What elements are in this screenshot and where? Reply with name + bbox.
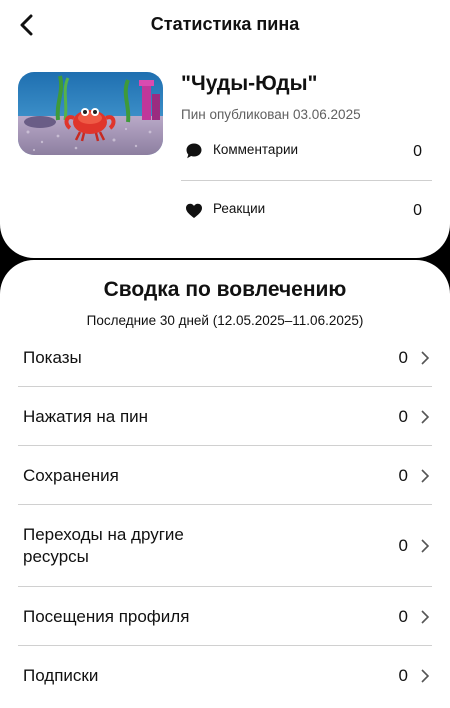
period-label: Последние 30 дней (12.05.2025–11.06.2025… — [86, 313, 364, 328]
metric-value: 0 — [398, 607, 408, 626]
pin-published-date: Пин опубликован 03.06.2025 — [181, 107, 361, 122]
metric-label: Посещения профиля — [23, 607, 190, 626]
chevron-right-icon — [421, 469, 430, 483]
pin-title: "Чуды-Юды" — [181, 72, 318, 95]
pin-stats-card: Статистика пина "Чуды-Юды" Пин опубликов… — [0, 0, 450, 258]
metric-value: 0 — [398, 348, 408, 367]
chevron-right-icon — [421, 351, 430, 365]
divider — [181, 180, 432, 181]
metric-value: 0 — [398, 407, 408, 426]
chevron-right-icon — [421, 610, 430, 624]
section-title: Сводка по вовлечению — [103, 278, 347, 301]
metric-value: 0 — [398, 466, 408, 485]
metric-value: 0 — [398, 666, 408, 685]
metric-row-profile-visits[interactable]: Посещения профиля 0 — [18, 587, 432, 646]
header: Статистика пина — [0, 0, 450, 52]
stat-reactions: Реакции 0 — [181, 189, 432, 233]
metric-row-impressions[interactable]: Показы 0 — [18, 328, 432, 387]
stat-comments: Комментарии 0 — [181, 130, 432, 174]
engagement-summary-card: Сводка по вовлечению Последние 30 дней (… — [0, 260, 450, 708]
stat-value: 0 — [413, 143, 422, 160]
comment-icon — [186, 143, 202, 159]
metric-label: Нажатия на пин — [23, 407, 149, 426]
stat-value: 0 — [413, 202, 422, 219]
stat-label: Комментарии — [213, 142, 299, 157]
page-title: Статистика пина — [150, 14, 300, 34]
metric-row-follows[interactable]: Подписки 0 — [18, 646, 432, 705]
metric-label: Показы — [23, 348, 82, 367]
chevron-right-icon — [421, 669, 430, 683]
metric-row-pin-clicks[interactable]: Нажатия на пин 0 — [18, 387, 432, 446]
crab-aquarium-image — [18, 72, 163, 155]
heart-icon — [186, 203, 202, 218]
metric-row-outbound-clicks[interactable]: Переходы на другие ресурсы 0 — [18, 505, 432, 587]
chevron-right-icon — [421, 539, 430, 553]
pin-thumbnail[interactable] — [18, 72, 163, 155]
metric-value: 0 — [398, 536, 408, 555]
metric-label: Переходы на другие ресурсы — [23, 525, 184, 566]
metric-row-saves[interactable]: Сохранения 0 — [18, 446, 432, 505]
stat-label: Реакции — [213, 201, 266, 216]
metric-label: Подписки — [23, 666, 99, 685]
chevron-right-icon — [421, 410, 430, 424]
metric-label: Сохранения — [23, 466, 119, 485]
